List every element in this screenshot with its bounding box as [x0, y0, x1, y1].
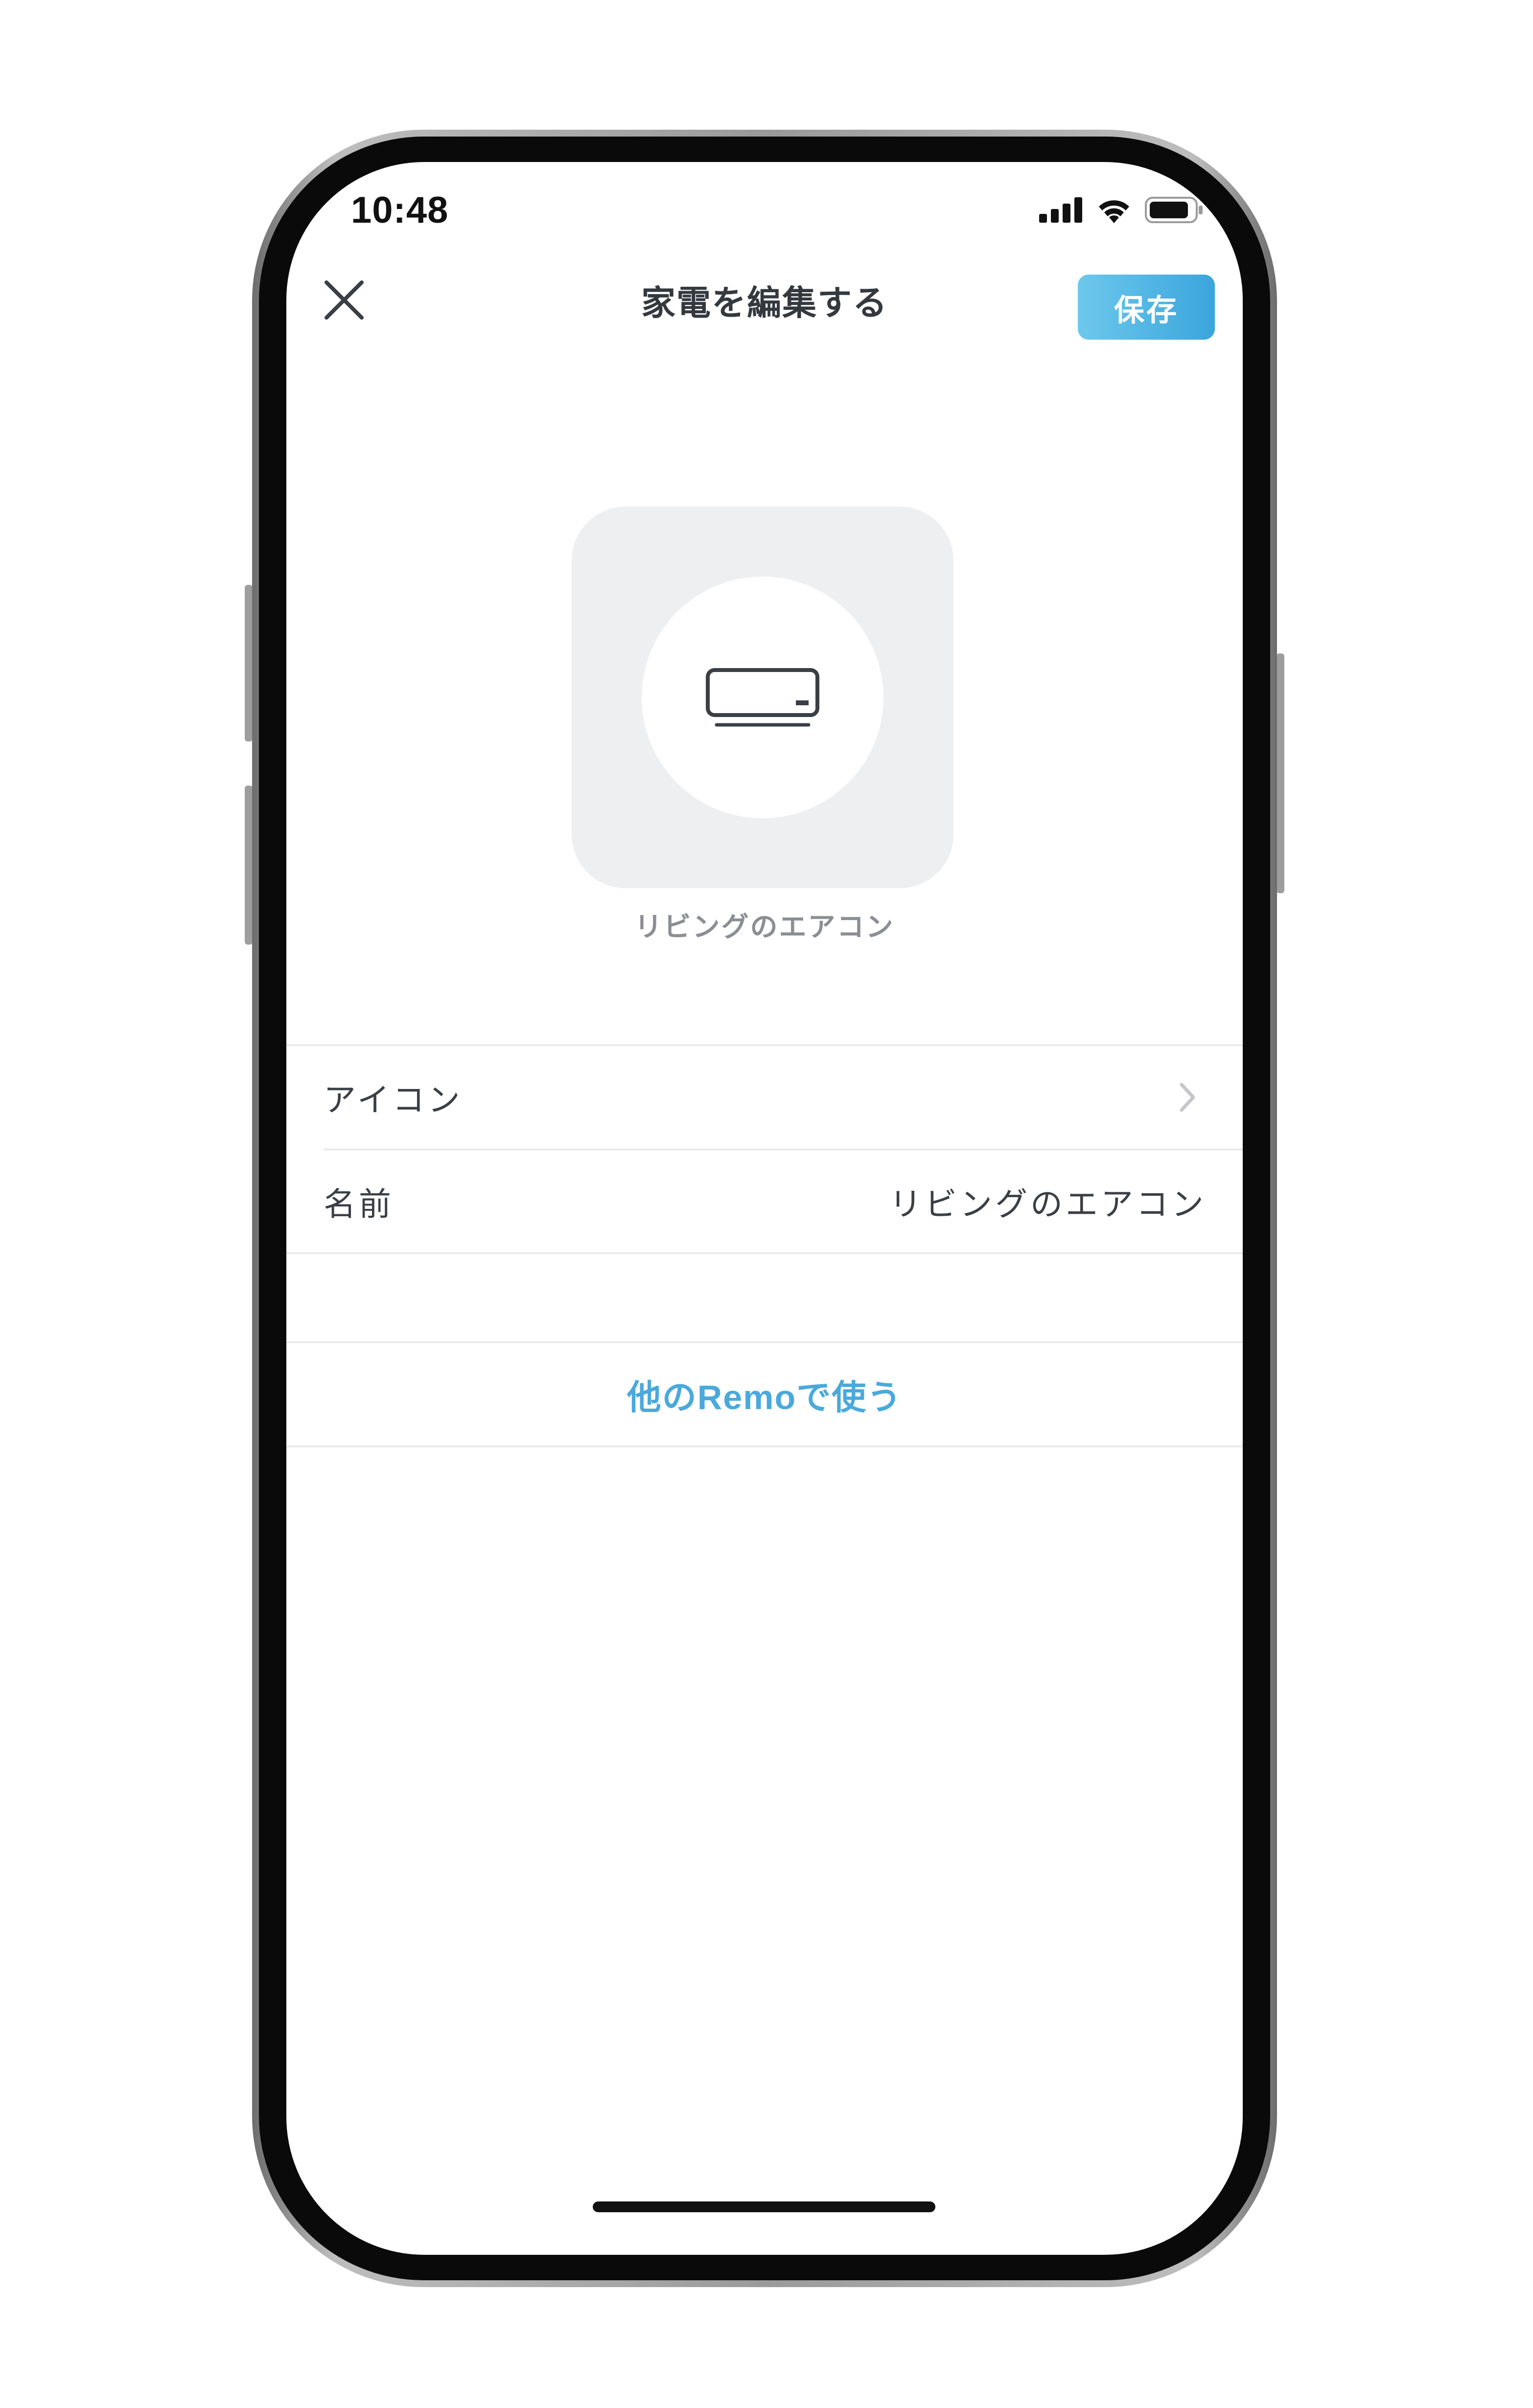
appliance-name-caption: リビングのエアコン [634, 911, 895, 942]
icon-row-label: アイコン [324, 1082, 463, 1118]
air-conditioner-icon [706, 668, 819, 727]
status-time: 10:48 [351, 189, 449, 231]
icon-row[interactable]: アイコン [286, 1046, 1243, 1149]
name-row[interactable]: 名前 リビングのエアコン [286, 1150, 1243, 1253]
volume-down-button [245, 786, 253, 945]
name-row-value: リビングのエアコン [889, 1186, 1207, 1222]
appliance-preview-tile [572, 507, 953, 888]
phone-frame: 10:48 家電を編集する 保存 リビングのエアコン アイコン 名前 リビングの… [252, 130, 1277, 2287]
app-screen: 10:48 家電を編集する 保存 リビングのエアコン アイコン 名前 リビングの… [286, 162, 1243, 2255]
name-row-label: 名前 [324, 1186, 394, 1222]
save-button[interactable]: 保存 [1078, 275, 1215, 340]
status-icons [1039, 195, 1204, 225]
cellular-signal-icon [1039, 197, 1082, 223]
chevron-right-icon [1175, 1080, 1200, 1114]
home-indicator[interactable] [593, 2201, 935, 2212]
use-with-other-remo-button[interactable]: 他のRemoで使う [286, 1343, 1243, 1446]
appliance-icon-circle [642, 577, 883, 818]
wifi-icon [1099, 200, 1129, 223]
battery-icon [1145, 197, 1203, 223]
phone-bezel: 10:48 家電を編集する 保存 リビングのエアコン アイコン 名前 リビングの… [259, 137, 1270, 2280]
list-divider [286, 1252, 1243, 1254]
power-button [1277, 653, 1284, 893]
volume-up-button [245, 585, 253, 741]
list-divider [286, 1446, 1243, 1447]
